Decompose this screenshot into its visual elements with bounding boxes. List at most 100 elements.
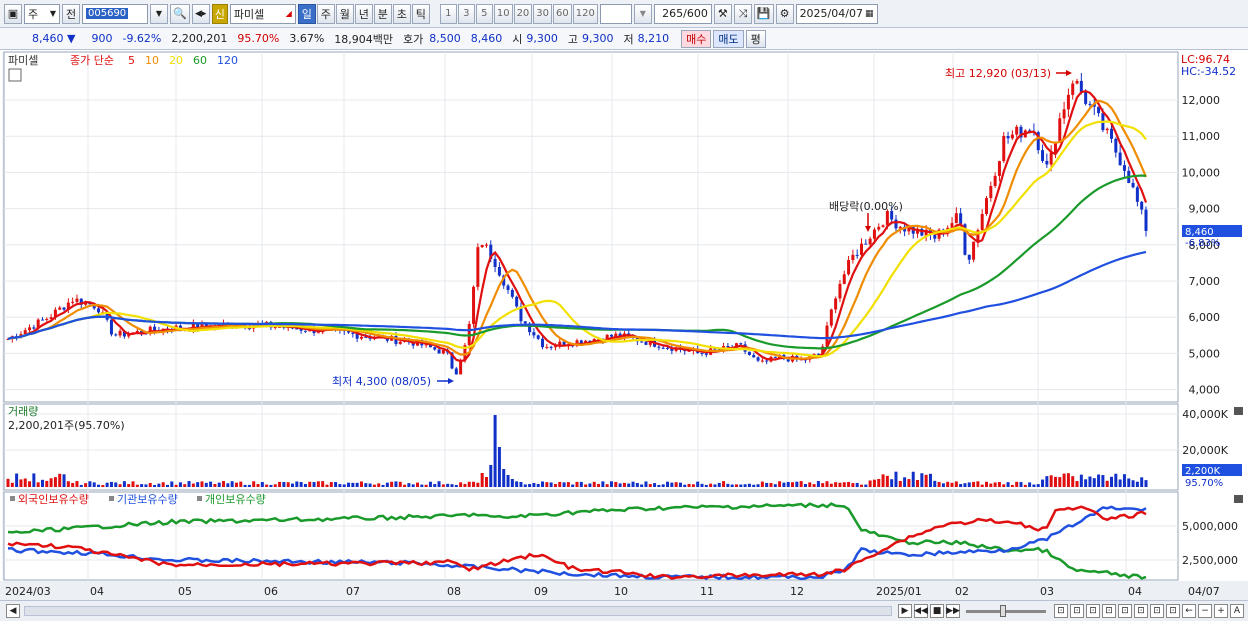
zoom-slider[interactable]: [966, 604, 1046, 617]
zoom-out-icon[interactable]: −: [1198, 604, 1212, 618]
volume-bar: [303, 483, 307, 487]
interval-tab[interactable]: 20: [513, 3, 533, 24]
indicator-icon[interactable]: ⤨: [733, 3, 752, 24]
period-tab[interactable]: 일: [297, 3, 316, 24]
period-tab[interactable]: 분: [373, 3, 392, 24]
interval-input[interactable]: [599, 3, 632, 24]
fast-forward-icon[interactable]: ▶▶: [946, 604, 960, 618]
volume-bar: [549, 482, 553, 487]
volume-bar: [191, 483, 195, 487]
candle-body: [855, 254, 859, 256]
volume-bar: [696, 481, 700, 487]
tool-icon[interactable]: ⊡: [1118, 604, 1132, 618]
candle-body: [97, 308, 101, 313]
speaker-icon[interactable]: ◀▸: [191, 3, 210, 24]
volume-bar: [640, 484, 644, 487]
volume-bar: [36, 482, 40, 487]
interval-tab[interactable]: 1: [439, 3, 457, 24]
volume-bar: [1079, 474, 1083, 487]
tool-icon[interactable]: ⊡: [1102, 604, 1116, 618]
volume-bar: [1075, 481, 1079, 487]
volume-bar: [118, 484, 122, 487]
tool-icon[interactable]: ⊡: [1150, 604, 1164, 618]
table-icon[interactable]: [8, 68, 22, 82]
zoom-handle[interactable]: [1000, 604, 1006, 617]
volume-bar: [97, 484, 101, 487]
volume-bar: [75, 481, 79, 487]
candle-body: [760, 360, 764, 362]
volume-bar: [450, 484, 454, 487]
ask-value: 8,500: [429, 32, 461, 45]
candle-body: [523, 321, 527, 324]
save-icon[interactable]: 💾: [753, 3, 774, 24]
period-tab[interactable]: 틱: [411, 3, 430, 24]
stop-icon[interactable]: ■: [930, 604, 944, 618]
play-icon[interactable]: ▶: [898, 604, 912, 618]
down-arrow-icon: ▼: [67, 32, 76, 45]
calendar-icon[interactable]: ▦: [865, 9, 874, 19]
evaluate-button[interactable]: 평: [745, 29, 766, 48]
chevron-down-icon: ▼: [49, 9, 56, 18]
candle-body: [726, 345, 730, 347]
search-icon[interactable]: 🔍: [170, 3, 190, 24]
price-tick-label: 10,000: [1182, 166, 1221, 179]
scroll-bar[interactable]: ◀ ▶ ◀◀ ■ ▶▶ ⊡ ⊡ ⊡ ⊡ ⊡ ⊡ ⊡ ⊡ ← − + A: [0, 600, 1248, 621]
tool-icon[interactable]: ⊡: [1166, 604, 1180, 618]
x-tick-label: 04/07: [1188, 585, 1220, 598]
chart-tools-icon[interactable]: ⚒: [713, 3, 732, 24]
buy-button[interactable]: 매수: [681, 29, 712, 48]
candle-body: [868, 238, 872, 245]
stock-name-field[interactable]: 파미셀 ◢: [229, 3, 296, 24]
price-change-pct: -9.62%: [122, 32, 162, 45]
period-tab[interactable]: 년: [354, 3, 373, 24]
volume-bar: [747, 483, 751, 487]
period-tab[interactable]: 월: [335, 3, 354, 24]
tool-icon[interactable]: ⊡: [1134, 604, 1148, 618]
interval-tab[interactable]: 30: [533, 3, 553, 24]
arrow-left-icon[interactable]: ←: [1182, 604, 1196, 618]
interval-tab[interactable]: 3: [457, 3, 475, 24]
scroll-track[interactable]: [24, 606, 892, 616]
interval-tab[interactable]: 120: [572, 3, 598, 24]
chevron-down-icon[interactable]: ▼: [633, 3, 652, 24]
period-tab[interactable]: 주: [316, 3, 335, 24]
font-size-icon[interactable]: A: [1230, 604, 1244, 618]
volume-bar: [217, 482, 221, 487]
volume-bar: [140, 484, 144, 487]
scroll-left-icon[interactable]: ◀: [6, 604, 20, 618]
price-tick-label: 5,000: [1189, 347, 1221, 360]
sell-button[interactable]: 매도: [713, 29, 744, 48]
candle-body: [881, 225, 885, 227]
period-tab[interactable]: 초: [392, 3, 411, 24]
volume-bar: [200, 481, 204, 487]
tool-icon[interactable]: ⊡: [1054, 604, 1068, 618]
holdings-legend-label: 기관보유수량: [117, 493, 178, 506]
stock-chart[interactable]: 파미셀 종가 단순 5 10 20 60 120 LC:96.74 HC:-34.52 …: [0, 50, 1248, 600]
count-field[interactable]: 265/600: [653, 3, 712, 24]
volume-bar: [928, 473, 932, 487]
candle-body: [45, 318, 49, 320]
zoom-in-icon[interactable]: +: [1214, 604, 1228, 618]
volume-bar: [959, 484, 963, 487]
candle-body: [1122, 165, 1126, 171]
tool-icon[interactable]: ⊡: [1070, 604, 1084, 618]
prefix-button[interactable]: 전: [62, 3, 80, 24]
date-field[interactable]: 2025/04/07 ▦: [795, 3, 878, 24]
interval-tab[interactable]: 60: [553, 3, 572, 24]
interval-tab[interactable]: 10: [493, 3, 513, 24]
market-select[interactable]: 주 ▼: [24, 3, 60, 24]
volume-bar: [1118, 479, 1122, 487]
volume-bar: [532, 482, 536, 487]
volume-bar: [515, 481, 519, 487]
chevron-down-icon[interactable]: ▼: [150, 3, 168, 24]
tool-icon[interactable]: ⊡: [1086, 604, 1100, 618]
price-tick-label: 12,000: [1182, 94, 1221, 107]
window-menu-icon[interactable]: ▣: [4, 3, 22, 24]
code-input[interactable]: 005690: [82, 3, 148, 24]
holdings-tick-label: 5,000,000: [1182, 520, 1238, 533]
volume-bar: [489, 465, 493, 487]
rewind-icon[interactable]: ◀◀: [914, 604, 928, 618]
candle-body: [433, 347, 437, 350]
interval-tab[interactable]: 5: [475, 3, 493, 24]
gear-icon[interactable]: ⚙: [775, 3, 794, 24]
